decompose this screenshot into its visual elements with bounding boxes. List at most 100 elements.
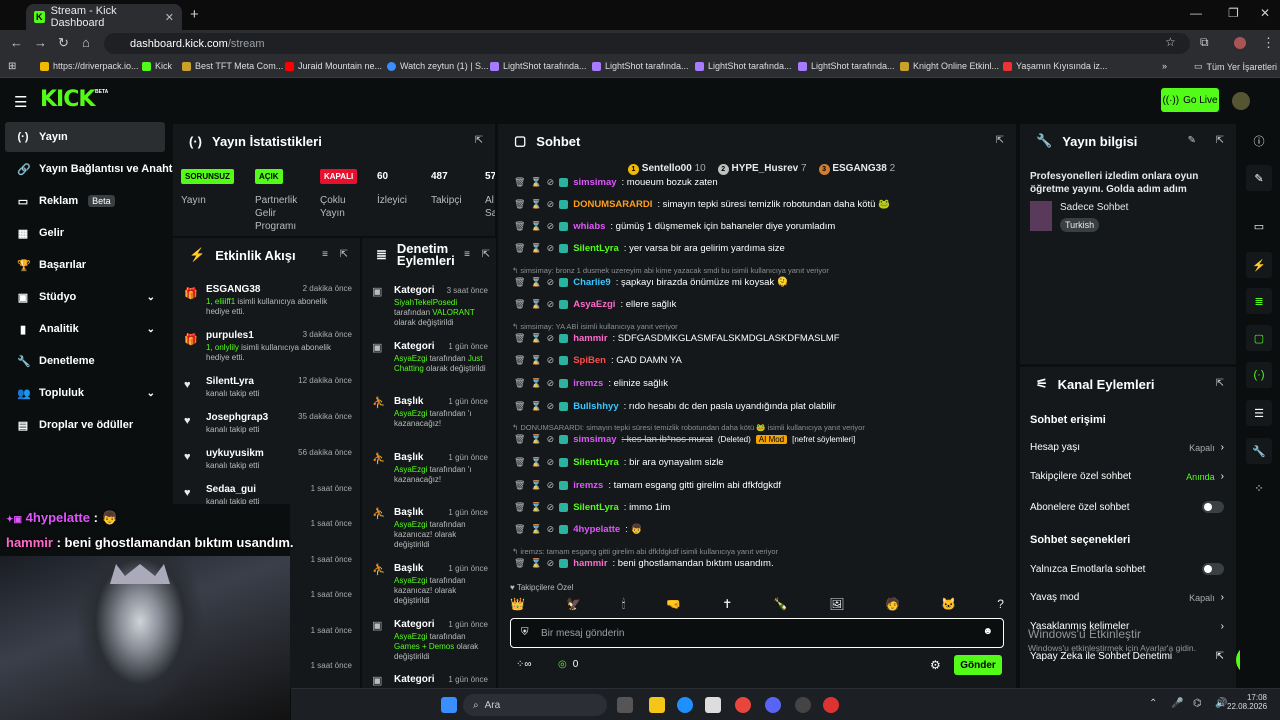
chat-input[interactable]: ⛨ Bir mesaj gönderin ☻ xyxy=(510,618,1004,648)
chat-username[interactable]: 4hypelatte xyxy=(573,524,620,535)
apps-icon[interactable]: ⊞ xyxy=(8,61,16,72)
card-icon[interactable]: ▭ xyxy=(1246,213,1272,239)
hamburger-menu-icon[interactable]: ☰ xyxy=(14,93,27,111)
delete-message-icon[interactable]: 🗑 xyxy=(514,355,525,366)
sidebar-item-yayin[interactable]: (·) Yayın xyxy=(5,122,165,152)
sidebar-item-basarilar[interactable]: 🏆 Başarılar xyxy=(5,250,165,280)
sidebar-item-studyo[interactable]: ▣ Stüdyo ⌄ xyxy=(5,282,165,312)
ban-icon[interactable]: ⊘ xyxy=(547,457,555,468)
timeout-icon[interactable]: ⌛ xyxy=(530,199,541,210)
reply-context[interactable]: ↰ simsimay: bronz 1 dusmek uzereyim abi … xyxy=(512,266,829,275)
popout-icon[interactable]: ⇱ xyxy=(340,249,348,260)
emote-icon[interactable]: 🐱 xyxy=(941,597,956,615)
timeout-icon[interactable]: ⌛ xyxy=(530,277,541,288)
delete-message-icon[interactable]: 🗑 xyxy=(514,243,525,254)
bookmark-4[interactable]: Juraid Mountain ne... xyxy=(285,61,382,71)
home-icon[interactable]: ⌂ xyxy=(82,35,90,50)
edit-pencil-icon[interactable]: ✎ xyxy=(1188,135,1196,146)
chat-username[interactable]: AsyaEzgi xyxy=(573,299,615,310)
volume-icon[interactable]: 🔊 xyxy=(1215,698,1227,709)
emote-icon[interactable]: 🍾 xyxy=(773,597,788,615)
account-age-row[interactable]: Hesap yaşı Kapalı › xyxy=(1030,442,1224,453)
tray-chevron-icon[interactable]: ⌃ xyxy=(1149,698,1157,709)
ban-icon[interactable]: ⊘ xyxy=(547,299,555,310)
broadcast-icon[interactable]: (·) xyxy=(1246,362,1272,388)
followers-only-row[interactable]: Takipçilere özel sohbet Anında › xyxy=(1030,471,1224,482)
task-view-icon[interactable] xyxy=(617,697,633,713)
leaderboard-entry[interactable]: 1 Sentello00 10 xyxy=(628,163,706,175)
extensions-icon[interactable]: ⧉ xyxy=(1200,35,1209,50)
timeout-icon[interactable]: ⌛ xyxy=(530,502,541,513)
reply-context[interactable]: ↰ simsimay: YA ABİ isimli kullanıcıya ya… xyxy=(512,322,678,331)
sidebar-item-denetleme[interactable]: 🔧 Denetleme xyxy=(5,346,165,376)
chat-username[interactable]: simsimay xyxy=(573,434,616,445)
bookmark-9[interactable]: LightShot tarafında... xyxy=(798,61,895,71)
leaderboard-entry[interactable]: 3 ESGANG38 2 xyxy=(818,163,895,175)
bookmark-5[interactable]: Watch zeytun (1) | S... xyxy=(387,61,489,71)
popout-icon[interactable]: ⇱ xyxy=(996,135,1004,146)
forward-icon[interactable]: → xyxy=(34,35,47,50)
sidebar-item-gelir[interactable]: ▦ Gelir xyxy=(5,218,165,248)
ban-icon[interactable]: ⊘ xyxy=(547,243,555,254)
bookmark-6[interactable]: LightShot tarafında... xyxy=(490,61,587,71)
chat-bubble-icon[interactable]: ▢ xyxy=(1246,325,1272,351)
network-icon[interactable]: ⌬ xyxy=(1193,698,1202,709)
chat-username[interactable]: SilentLyra xyxy=(573,243,619,254)
leaderboard-entry[interactable]: 2 HYPE_Husrev 7 xyxy=(717,163,807,175)
browser-tab[interactable]: K Stream - Kick Dashboard ✕ xyxy=(26,4,182,30)
timeout-icon[interactable]: ⌛ xyxy=(530,355,541,366)
windows-start-icon[interactable] xyxy=(441,697,457,713)
ban-icon[interactable]: ⊘ xyxy=(547,199,555,210)
timeout-icon[interactable]: ⌛ xyxy=(530,401,541,412)
slow-mode-row[interactable]: Yavaş mod Kapalı › xyxy=(1030,592,1224,603)
list-icon[interactable]: ≣ xyxy=(1246,288,1272,314)
obs-icon[interactable] xyxy=(795,697,811,713)
profile-avatar[interactable] xyxy=(1234,37,1246,49)
chat-username[interactable]: iremzs xyxy=(573,480,603,491)
more-bookmarks-icon[interactable]: » xyxy=(1162,61,1167,71)
stack-icon[interactable]: ☰ xyxy=(1246,400,1272,426)
delete-message-icon[interactable]: 🗑 xyxy=(514,299,525,310)
delete-message-icon[interactable]: 🗑 xyxy=(514,480,525,491)
chat-username[interactable]: hammir xyxy=(573,333,607,344)
edit-pencil-icon[interactable]: ✎ xyxy=(1246,165,1272,191)
timeout-icon[interactable]: ⌛ xyxy=(530,221,541,232)
info-icon[interactable]: ⓘ xyxy=(1246,128,1272,154)
taskbar-search[interactable]: ⌕ Ara xyxy=(463,694,607,716)
microphone-icon[interactable]: 🎤 xyxy=(1171,698,1183,709)
popout-icon[interactable]: ⇱ xyxy=(475,135,483,146)
kick-logo[interactable]: KICK xyxy=(40,87,95,112)
chat-username[interactable]: iremzs xyxy=(573,378,603,389)
emote-icon[interactable]: 🕯 xyxy=(622,597,625,615)
emote-icon[interactable]: 🤜 xyxy=(666,597,681,615)
delete-message-icon[interactable]: 🗑 xyxy=(514,277,525,288)
popout-icon[interactable]: ⇱ xyxy=(482,249,490,260)
crown-emote-icon[interactable]: 👑 xyxy=(510,597,525,615)
menu-dots-icon[interactable]: ⋮ xyxy=(1262,35,1275,51)
restore-icon[interactable]: ❐ xyxy=(1228,6,1239,20)
minimize-icon[interactable]: — xyxy=(1190,6,1202,20)
nodes-icon[interactable]: ⁘ xyxy=(1246,475,1272,501)
all-bookmarks[interactable]: ▭ Tüm Yer İşaretleri xyxy=(1194,61,1277,72)
bookmark-star-icon[interactable]: ☆ xyxy=(1165,35,1176,49)
wrench-icon[interactable]: 🔧 xyxy=(1246,438,1272,464)
reply-context[interactable]: ↰ DONUMSARARDI: simayın tepki süresi tem… xyxy=(512,423,865,432)
sidebar-item-reklam[interactable]: ▭ Reklam Beta xyxy=(5,186,165,216)
sidebar-item-analitik[interactable]: ▮ Analitik ⌄ xyxy=(5,314,165,344)
user-avatar[interactable] xyxy=(1232,92,1250,110)
delete-message-icon[interactable]: 🗑 xyxy=(514,434,525,445)
delete-message-icon[interactable]: 🗑 xyxy=(514,177,525,188)
help-icon[interactable]: ? xyxy=(997,597,1004,615)
send-button[interactable]: Gönder xyxy=(954,655,1002,675)
timeout-icon[interactable]: ⌛ xyxy=(530,457,541,468)
delete-message-icon[interactable]: 🗑 xyxy=(514,524,525,535)
lightning-icon[interactable]: ⚡ xyxy=(1246,252,1272,278)
ban-icon[interactable]: ⊘ xyxy=(547,333,555,344)
reload-icon[interactable]: ↻ xyxy=(58,35,69,51)
chat-username[interactable]: Charlie9 xyxy=(573,277,611,288)
emote-icon[interactable]: 🧑 xyxy=(885,597,900,615)
bookmark-10[interactable]: Knight Online Etkinl... xyxy=(900,61,999,71)
filter-icon[interactable]: ≡ xyxy=(322,249,328,260)
reply-context[interactable]: ↰ iremzs: tamam esgang gitti girelim abi… xyxy=(512,547,778,556)
timeout-icon[interactable]: ⌛ xyxy=(530,177,541,188)
